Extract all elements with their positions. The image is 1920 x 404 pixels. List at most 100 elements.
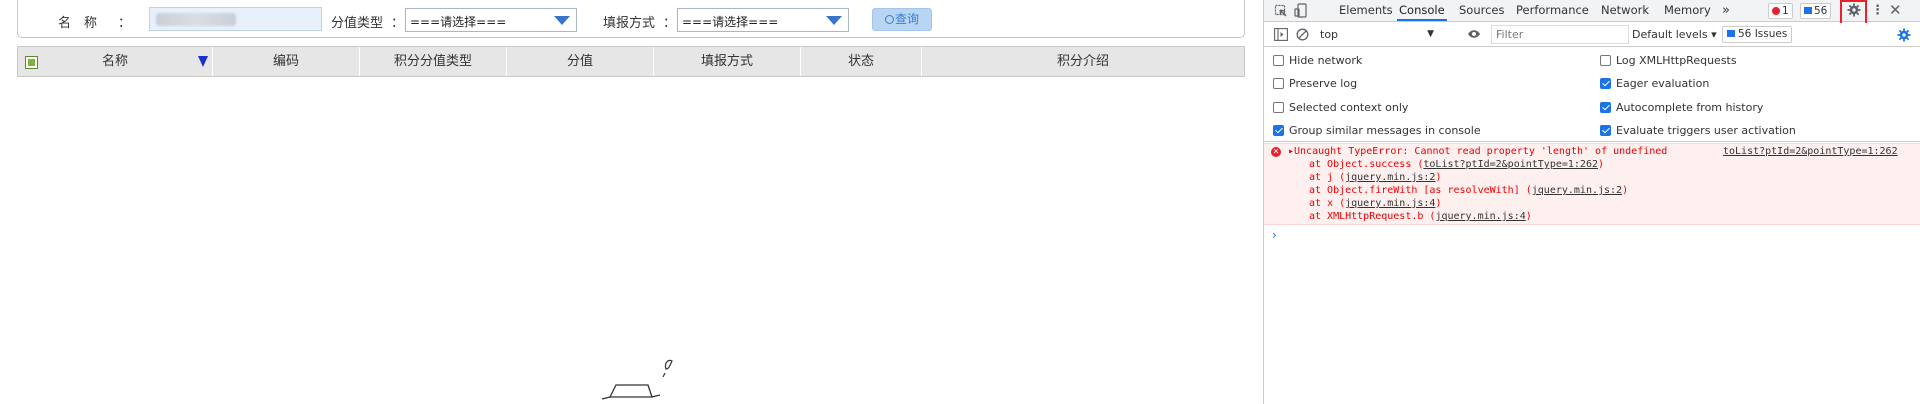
checkbox-checked[interactable] bbox=[1600, 125, 1611, 136]
option-label: Eager evaluation bbox=[1616, 77, 1710, 90]
stack-frame-text: ) bbox=[1435, 172, 1442, 183]
message-icon bbox=[1804, 7, 1812, 14]
column-fill-method-header[interactable]: 填报方式 bbox=[654, 47, 801, 76]
stack-frame-text: ) bbox=[1525, 211, 1532, 222]
screen: 名 称 ： 分值类型 ： ===请选择=== 填报方式 ： ===请选择=== … bbox=[0, 0, 1920, 404]
stack-frame-text: at Object.success ( bbox=[1309, 159, 1424, 170]
stack-frame: at x (jquery.min.js:4) bbox=[1309, 198, 1441, 209]
devtools-tab-bar: Elements Console Sources Performance Net… bbox=[1264, 0, 1920, 22]
score-type-label: 分值类型 bbox=[331, 16, 384, 31]
tab-performance[interactable]: Performance bbox=[1514, 0, 1591, 21]
message-count-badge[interactable]: 56 bbox=[1800, 3, 1832, 19]
fill-method-colon: ： bbox=[663, 16, 677, 31]
more-tabs-icon[interactable]: » bbox=[1720, 0, 1732, 21]
stack-frame: at Object.fireWith [as resolveWith] (jqu… bbox=[1309, 185, 1628, 196]
column-code-header[interactable]: 编码 bbox=[213, 47, 360, 76]
checkbox-checked[interactable] bbox=[1600, 102, 1611, 113]
checkbox[interactable] bbox=[1600, 55, 1611, 66]
score-type-select[interactable]: ===请选择=== bbox=[405, 8, 577, 32]
error-icon bbox=[1772, 7, 1780, 15]
score-type-value: ===请选择=== bbox=[410, 15, 507, 29]
select-all-checkbox[interactable] bbox=[25, 56, 38, 69]
stack-frame-link[interactable]: jquery.min.js:2 bbox=[1345, 172, 1435, 183]
clear-console-icon[interactable] bbox=[1296, 28, 1309, 41]
column-status-header[interactable]: 状态 bbox=[801, 47, 922, 76]
stack-frame: at j (jquery.min.js:2) bbox=[1309, 172, 1441, 183]
inspect-element-icon[interactable] bbox=[1274, 4, 1288, 18]
error-source-link[interactable]: toList?ptId=2&pointType=1:262 bbox=[1723, 146, 1898, 157]
console-prompt[interactable]: › bbox=[1272, 228, 1277, 242]
query-button-label: 查询 bbox=[894, 12, 919, 26]
error-text[interactable]: ▸Uncaught TypeError: Cannot read propert… bbox=[1288, 146, 1667, 157]
stack-frame-link[interactable]: jquery.min.js:4 bbox=[1435, 211, 1525, 222]
column-intro-header[interactable]: 积分介绍 bbox=[922, 47, 1244, 76]
name-colon: ： bbox=[118, 16, 132, 31]
grid-header: 名称 编码 积分分值类型 分值 填报方式 状态 积分介绍 bbox=[17, 46, 1245, 77]
checkbox[interactable] bbox=[1273, 102, 1284, 113]
column-label: 名称 bbox=[101, 54, 128, 69]
error-count-badge[interactable]: 1 bbox=[1768, 3, 1793, 19]
stack-frame-text: at XMLHttpRequest.b ( bbox=[1309, 211, 1436, 222]
tab-sources[interactable]: Sources bbox=[1457, 0, 1507, 21]
filter-input[interactable]: Filter bbox=[1491, 25, 1629, 44]
stack-frame-text: at j ( bbox=[1309, 172, 1346, 183]
stack-frame-text: at Object.fireWith [as resolveWith] ( bbox=[1309, 185, 1532, 196]
option-label: Selected context only bbox=[1289, 101, 1409, 114]
console-error-message: ✕ ▸Uncaught TypeError: Cannot read prope… bbox=[1264, 143, 1920, 225]
log-levels-dropdown[interactable]: Default levels ▾ bbox=[1632, 26, 1717, 43]
fill-method-value: ===请选择=== bbox=[682, 15, 779, 29]
name-input[interactable] bbox=[149, 7, 322, 31]
issues-button[interactable]: 56 Issues bbox=[1722, 26, 1793, 43]
query-button[interactable]: 查询 bbox=[872, 8, 932, 31]
stack-frame-text: ) bbox=[1622, 185, 1629, 196]
option-label: Evaluate triggers user activation bbox=[1616, 124, 1796, 137]
checkbox-checked[interactable] bbox=[1600, 78, 1611, 89]
sidebar-toggle-icon[interactable] bbox=[1274, 28, 1288, 41]
tab-network[interactable]: Network bbox=[1599, 0, 1651, 21]
close-devtools-icon[interactable]: ✕ bbox=[1889, 1, 1902, 19]
column-score-header[interactable]: 分值 bbox=[507, 47, 654, 76]
stack-frame-text: at x ( bbox=[1309, 198, 1346, 209]
search-icon bbox=[884, 15, 894, 24]
option-label: Log XMLHttpRequests bbox=[1616, 54, 1737, 67]
column-score-type-header[interactable]: 积分分值类型 bbox=[360, 47, 507, 76]
tab-elements[interactable]: Elements bbox=[1337, 0, 1395, 21]
message-icon bbox=[1727, 30, 1735, 37]
option-label: Group similar messages in console bbox=[1289, 124, 1481, 137]
column-label: 积分介绍 bbox=[1056, 54, 1109, 69]
device-toolbar-icon[interactable] bbox=[1294, 3, 1308, 18]
stack-frame-text: ) bbox=[1598, 159, 1605, 170]
stack-frame-link[interactable]: jquery.min.js:2 bbox=[1532, 185, 1622, 196]
web-page: 名 称 ： 分值类型 ： ===请选择=== 填报方式 ： ===请选择=== … bbox=[0, 0, 1263, 404]
checkbox[interactable] bbox=[1273, 55, 1284, 66]
error-icon: ✕ bbox=[1271, 147, 1281, 157]
tab-memory[interactable]: Memory bbox=[1662, 0, 1713, 21]
stack-frame-text: ) bbox=[1435, 198, 1442, 209]
stack-frame: at Object.success (toList?ptId=2&pointTy… bbox=[1309, 159, 1604, 170]
eye-icon[interactable] bbox=[1467, 29, 1481, 39]
option-label: Hide network bbox=[1289, 54, 1363, 67]
error-count: 1 bbox=[1782, 5, 1789, 17]
column-label: 分值 bbox=[566, 54, 593, 69]
console-settings-panel: Hide network Preserve log Selected conte… bbox=[1264, 48, 1920, 142]
tab-console[interactable]: Console bbox=[1397, 0, 1447, 21]
checkbox[interactable] bbox=[1273, 78, 1284, 89]
dropdown-arrow-icon bbox=[826, 16, 842, 25]
stack-frame: at XMLHttpRequest.b (jquery.min.js:4) bbox=[1309, 211, 1532, 222]
stack-frame-link[interactable]: toList?ptId=2&pointType=1:262 bbox=[1423, 159, 1598, 170]
score-type-colon: ： bbox=[391, 16, 405, 31]
search-panel: 名 称 ： 分值类型 ： ===请选择=== 填报方式 ： ===请选择=== … bbox=[17, 0, 1245, 38]
context-select[interactable]: top ▼ bbox=[1320, 26, 1434, 43]
sort-arrow-icon[interactable] bbox=[198, 56, 208, 67]
column-label: 填报方式 bbox=[700, 54, 753, 69]
devtools-panel: Elements Console Sources Performance Net… bbox=[1263, 0, 1920, 404]
stack-frame-link[interactable]: jquery.min.js:4 bbox=[1345, 198, 1435, 209]
dropdown-arrow-icon: ▼ bbox=[1427, 29, 1434, 39]
console-settings-gear-icon[interactable] bbox=[1897, 28, 1911, 42]
column-label: 编码 bbox=[272, 54, 299, 69]
context-value: top bbox=[1320, 28, 1339, 41]
column-name-header[interactable]: 名称 bbox=[18, 47, 213, 76]
more-options-icon[interactable]: ⋮ bbox=[1871, 3, 1884, 18]
fill-method-select[interactable]: ===请选择=== bbox=[677, 8, 849, 32]
checkbox-checked[interactable] bbox=[1273, 125, 1284, 136]
